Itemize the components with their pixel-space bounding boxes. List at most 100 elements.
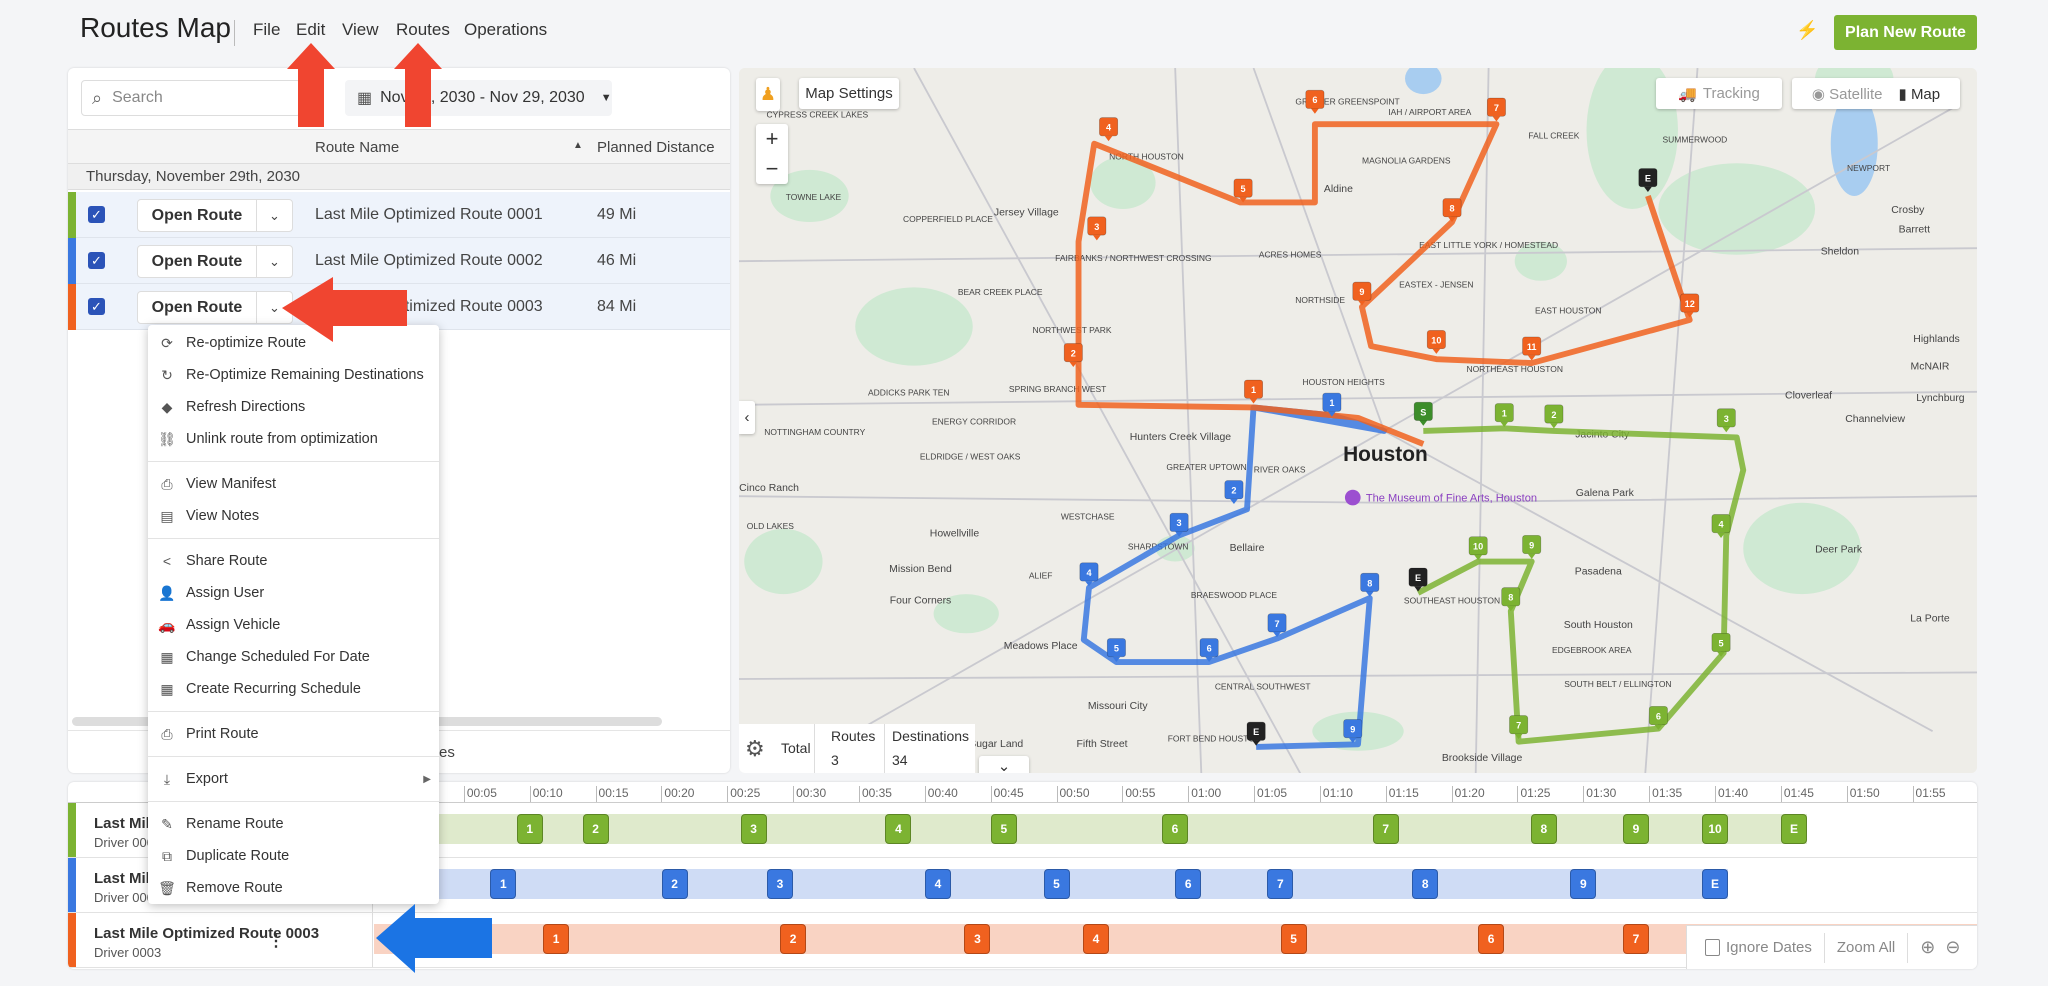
timeline-stop-marker[interactable]: 6 (1175, 869, 1202, 899)
svg-text:8: 8 (1367, 578, 1372, 588)
menu-item-export[interactable]: ⤓ Export ▶ (148, 763, 439, 795)
column-route-name[interactable]: Route Name (315, 139, 399, 156)
timeline-route-label[interactable]: Last Mile Optimized Route 0003 Driver 000… (68, 913, 373, 967)
column-planned-distance[interactable]: Planned Distance (597, 139, 715, 156)
timeline-stop-marker[interactable]: 3 (766, 869, 793, 899)
timeline-stop-marker[interactable]: 2 (780, 924, 807, 954)
route-row[interactable]: ✓ Open Route ⌄ Last Mile Optimized Route … (68, 284, 730, 330)
zoom-in-button[interactable]: + (766, 126, 779, 152)
map-button[interactable]: ▮ Map (1899, 85, 1941, 103)
gear-icon[interactable]: ⚙ (745, 736, 765, 762)
timeline-stop-marker[interactable]: 2 (582, 814, 609, 844)
menu-item-assign-user[interactable]: 👤 Assign User (148, 577, 439, 609)
date-range-picker[interactable]: ▦ Nov 29, 2030 - Nov 29, 2030 ▼ (345, 80, 612, 116)
svg-text:3: 3 (1177, 518, 1182, 528)
menu-divider (148, 461, 439, 462)
timeline-stop-marker[interactable]: E (1781, 814, 1808, 844)
zoom-all-button[interactable]: Zoom All (1825, 932, 1909, 963)
menu-item-duplicate-route[interactable]: ⧉ Duplicate Route (148, 840, 439, 872)
route-row[interactable]: ✓ Open Route ⌄ Last Mile Optimized Route … (68, 238, 730, 284)
menu-item-assign-vehicle[interactable]: 🚗 Assign Vehicle (148, 609, 439, 641)
search-input[interactable]: ⌕ Search (81, 80, 301, 116)
collapse-panel-chevron-icon[interactable]: ‹ (739, 401, 755, 434)
menu-item-refresh-directions[interactable]: ◆ Refresh Directions (148, 391, 439, 423)
map-place-label: NORTHEAST HOUSTON (1466, 364, 1562, 374)
tick-label: 01:55 (1912, 786, 1946, 802)
street-view-pegman-icon[interactable]: ♟ (756, 78, 780, 111)
timeline-stop-marker[interactable]: 9 (1622, 814, 1649, 844)
menu-item-remove-route[interactable]: 🗑 Remove Route (148, 872, 439, 904)
timeline-stop-marker[interactable]: 7 (1622, 924, 1649, 954)
zoom-out-button[interactable]: − (766, 156, 779, 182)
menu-item-create-recurring-schedule[interactable]: ▦ Create Recurring Schedule (148, 673, 439, 705)
timeline-stop-marker[interactable]: 5 (1043, 869, 1070, 899)
menu-item-unlink-route-from-optimization[interactable]: ⛓ Unlink route from optimization (148, 423, 439, 455)
menu-view[interactable]: View (342, 20, 379, 40)
kebab-menu-icon[interactable]: ⋮ (268, 931, 284, 951)
chevron-down-icon[interactable]: ⌄ (257, 292, 292, 323)
timeline-stop-marker[interactable]: 4 (924, 869, 951, 899)
timeline-stop-marker[interactable]: 1 (543, 924, 570, 954)
satellite-button[interactable]: ◉ Satellite (1812, 85, 1883, 103)
menu-operations[interactable]: Operations (464, 20, 547, 40)
timeline-stop-marker[interactable]: 3 (964, 924, 991, 954)
timeline-stop-marker[interactable]: 10 (1702, 814, 1728, 844)
route-checkbox[interactable]: ✓ (88, 206, 105, 223)
menu-routes[interactable]: Routes (396, 20, 450, 40)
menu-item-view-notes[interactable]: ▤ View Notes (148, 500, 439, 532)
open-route-button[interactable]: Open Route (138, 246, 257, 277)
svg-text:9: 9 (1529, 540, 1534, 550)
timeline-stop-marker[interactable]: 7 (1372, 814, 1399, 844)
route-checkbox[interactable]: ✓ (88, 252, 105, 269)
timeline-stop-marker[interactable]: 5 (1280, 924, 1307, 954)
timeline-stop-marker[interactable]: 6 (1162, 814, 1189, 844)
map-poi-label[interactable]: The Museum of Fine Arts, Houston (1366, 492, 1537, 504)
route-row[interactable]: ✓ Open Route ⌄ Last Mile Optimized Route … (68, 192, 730, 238)
zoom-out-icon[interactable]: ⊖ (1945, 937, 1960, 958)
expand-chevron-icon[interactable]: ⌄ (979, 756, 1029, 773)
chevron-down-icon[interactable]: ⌄ (257, 246, 292, 277)
note-icon: ▤ (160, 507, 174, 524)
timeline-stop-marker[interactable]: 9 (1570, 869, 1597, 899)
museum-icon[interactable] (1344, 489, 1361, 506)
tracking-button[interactable]: 🚚 Tracking (1656, 78, 1782, 109)
ignore-dates-checkbox[interactable] (1705, 939, 1720, 956)
timeline-stop-marker[interactable]: 7 (1267, 869, 1294, 899)
open-route-button[interactable]: Open Route (138, 200, 257, 231)
map-place-label: South Houston (1564, 620, 1633, 631)
menu-item-re-optimize-remaining-destinations[interactable]: ↻ Re-Optimize Remaining Destinations (148, 359, 439, 391)
plan-new-route-button[interactable]: Plan New Route (1834, 15, 1977, 50)
menu-item-change-scheduled-for-date[interactable]: ▦ Change Scheduled For Date (148, 641, 439, 673)
timeline-stop-marker[interactable]: 8 (1530, 814, 1557, 844)
map-place-label: Barrett (1899, 225, 1930, 236)
calendar-icon: ▦ (357, 90, 373, 107)
map-view[interactable]: CYPRESS CREEK LAKES TOWNE LAKE COPPERFIELD… (739, 68, 1977, 773)
chevron-down-icon[interactable]: ⌄ (257, 200, 292, 231)
map-settings-button[interactable]: Map Settings (799, 78, 899, 109)
timeline-stop-marker[interactable]: 5 (990, 814, 1017, 844)
open-route-button[interactable]: Open Route (138, 292, 257, 323)
menu-item-rename-route[interactable]: ✎ Rename Route (148, 808, 439, 840)
timeline-stop-marker[interactable]: 2 (661, 869, 688, 899)
menu-item-view-manifest[interactable]: ⎙ View Manifest (148, 468, 439, 500)
timeline-stop-marker[interactable]: 4 (1083, 924, 1109, 954)
timeline-stop-marker[interactable]: 4 (885, 814, 912, 844)
ignore-dates-label[interactable]: Ignore Dates (1726, 932, 1825, 963)
sort-asc-icon[interactable]: ▲ (573, 140, 583, 151)
menu-edit[interactable]: Edit (296, 20, 325, 40)
route-checkbox[interactable]: ✓ (88, 298, 105, 315)
timeline-stop-marker[interactable]: 1 (490, 869, 517, 899)
timeline-stop-marker[interactable]: 8 (1412, 869, 1439, 899)
menu-item-re-optimize-route[interactable]: ⟳ Re-optimize Route (148, 327, 439, 359)
timeline-stop-marker[interactable]: 6 (1478, 924, 1505, 954)
svg-text:8: 8 (1508, 593, 1513, 603)
svg-text:3: 3 (1724, 414, 1729, 424)
lightning-icon[interactable]: ⚡ (1796, 20, 1818, 41)
menu-item-print-route[interactable]: ⎙ Print Route (148, 718, 439, 750)
menu-item-share-route[interactable]: < Share Route (148, 545, 439, 577)
menu-file[interactable]: File (253, 20, 280, 40)
zoom-in-icon[interactable]: ⊕ (1920, 937, 1935, 958)
timeline-stop-marker[interactable]: 3 (740, 814, 767, 844)
timeline-stop-marker[interactable]: E (1702, 869, 1728, 899)
timeline-stop-marker[interactable]: 1 (516, 814, 543, 844)
